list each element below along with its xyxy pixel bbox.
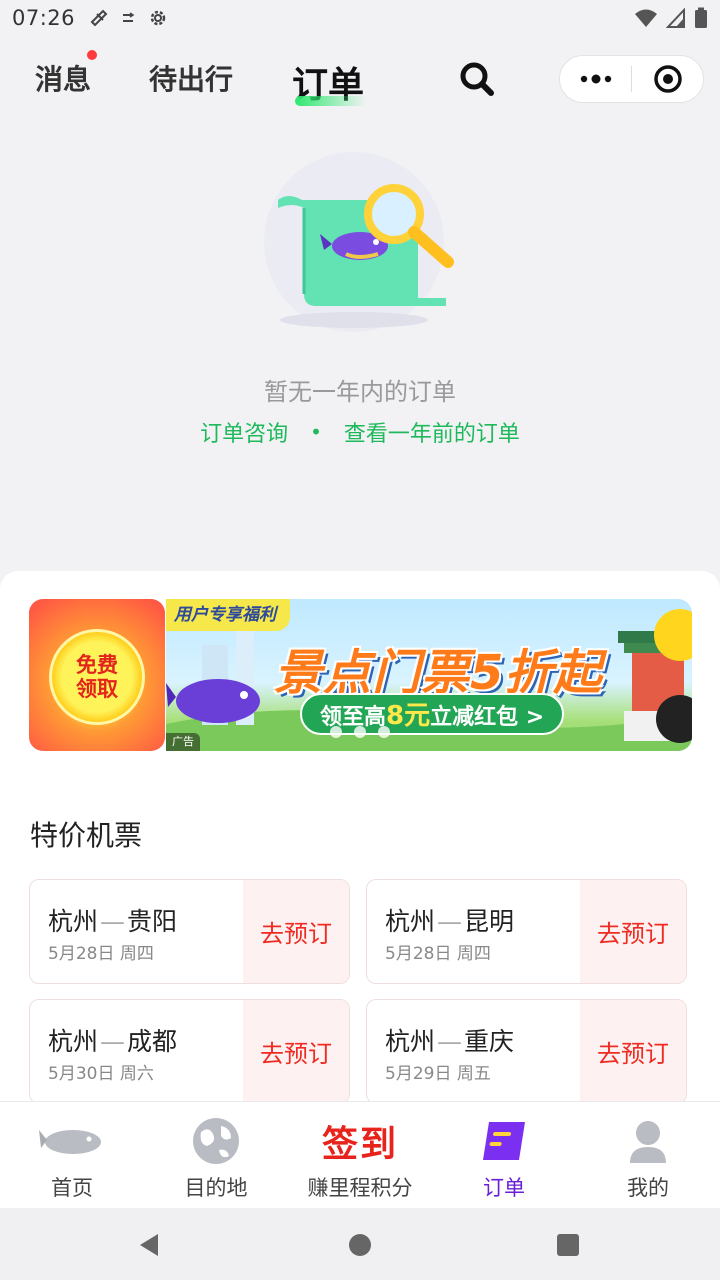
route-dash: —: [437, 907, 463, 936]
route-dash: —: [437, 1027, 463, 1056]
free-claim-coin: 免费 领取: [49, 629, 145, 725]
signin-icon-text: 签到: [321, 1123, 398, 1165]
ticket-discount-banner[interactable]: 用户专享福利 景点门票5折起 领至高8元立减红包 > 广告: [166, 599, 692, 751]
route-origin: 杭州: [385, 1027, 436, 1056]
flight-route: 杭州—昆明: [385, 902, 514, 938]
empty-orders-message: 暂无一年内的订单: [264, 378, 456, 406]
free-claim-card[interactable]: 免费 领取: [29, 599, 165, 751]
status-bar: 07:26: [0, 0, 720, 36]
nav-home[interactable]: 首页: [0, 1102, 144, 1208]
status-time: 07:26: [12, 6, 76, 30]
route-dash: —: [100, 1027, 126, 1056]
route-dash: —: [100, 907, 126, 936]
close-target-icon[interactable]: [632, 56, 703, 102]
book-button[interactable]: 去预订: [243, 1000, 349, 1103]
wifi-icon: [635, 9, 657, 27]
flight-deal-card[interactable]: 杭州—贵阳 5月28日 周四 去预订: [29, 879, 350, 984]
home-whale-icon: [37, 1116, 107, 1166]
flight-deal-card[interactable]: 杭州—重庆 5月29日 周五 去预订: [366, 999, 687, 1104]
flight-deal-card[interactable]: 杭州—昆明 5月28日 周四 去预订: [366, 879, 687, 984]
flight-deal-card[interactable]: 杭州—成都 5月30日 周六 去预订: [29, 999, 350, 1104]
nav-profile-label: 我的: [627, 1176, 669, 1200]
settings-gear-icon: [150, 10, 166, 26]
header: 消息 待出行 订单: [0, 36, 720, 112]
route-destination: 成都: [127, 1027, 178, 1056]
link-separator: •: [310, 420, 322, 444]
book-button[interactable]: 去预订: [243, 880, 349, 983]
battery-icon: [695, 7, 707, 28]
nav-earn-points-label: 赚里程积分: [307, 1176, 413, 1200]
pill-amount: 8元: [386, 701, 431, 731]
globe-icon: [181, 1116, 251, 1166]
nav-earn-points[interactable]: 签到 赚里程积分: [288, 1102, 432, 1208]
route-origin: 杭州: [48, 907, 99, 936]
tab-messages[interactable]: 消息: [35, 58, 91, 98]
flight-date: 5月28日 周四: [385, 944, 491, 964]
order-consult-link[interactable]: 订单咨询: [200, 416, 288, 448]
flight-deals-title: 特价机票: [30, 819, 143, 852]
tab-upcoming-trips[interactable]: 待出行: [149, 58, 233, 98]
carousel-dots: [330, 726, 390, 738]
unread-dot: [87, 50, 97, 60]
carousel-dot[interactable]: [354, 726, 366, 738]
flight-route: 杭州—贵阳: [48, 902, 177, 938]
data-sync-icon: [123, 12, 135, 22]
flight-date: 5月28日 周四: [48, 944, 154, 964]
book-button[interactable]: 去预订: [580, 1000, 686, 1103]
pill-suffix: 立减红包 >: [430, 705, 545, 730]
empty-state-links: 订单咨询 • 查看一年前的订单: [0, 416, 720, 448]
route-destination: 贵阳: [127, 907, 178, 936]
notification-icon: [90, 9, 108, 27]
flight-date: 5月30日 周六: [48, 1064, 154, 1084]
system-navigation-bar: [0, 1208, 720, 1280]
user-icon: [613, 1116, 683, 1166]
back-icon[interactable]: [134, 1230, 164, 1260]
mini-program-capsule: [559, 55, 704, 103]
flight-route: 杭州—成都: [48, 1022, 177, 1058]
nav-profile[interactable]: 我的: [576, 1102, 720, 1208]
flight-date: 5月29日 周五: [385, 1064, 491, 1084]
route-origin: 杭州: [385, 907, 436, 936]
recents-square-icon[interactable]: [553, 1230, 583, 1260]
carousel-dot[interactable]: [330, 726, 342, 738]
home-circle-icon[interactable]: [345, 1230, 375, 1260]
flight-route: 杭州—重庆: [385, 1022, 514, 1058]
more-icon[interactable]: [560, 56, 631, 102]
route-destination: 昆明: [464, 907, 515, 936]
signin-icon: 签到: [305, 1116, 415, 1166]
search-icon[interactable]: [456, 58, 498, 100]
carousel-dot[interactable]: [378, 726, 390, 738]
free-claim-line1: 免费: [76, 653, 118, 677]
recommendation-card: 免费 领取 用户专享福利 景点门票5折起 领至高8元立减红包 > 广告 特价机票…: [0, 571, 720, 1111]
orders-icon: [469, 1116, 539, 1166]
free-claim-line2: 领取: [76, 677, 118, 701]
empty-orders-illustration: [258, 150, 462, 340]
nav-orders-label: 订单: [483, 1176, 525, 1200]
nav-destinations[interactable]: 目的地: [144, 1102, 288, 1208]
book-button[interactable]: 去预订: [580, 880, 686, 983]
nav-destinations-label: 目的地: [184, 1176, 248, 1200]
ad-label: 广告: [166, 733, 200, 751]
nav-orders[interactable]: 订单: [432, 1102, 576, 1208]
older-orders-link[interactable]: 查看一年前的订单: [344, 416, 520, 448]
signal-icon: [666, 8, 685, 28]
route-destination: 重庆: [464, 1027, 515, 1056]
bottom-tab-bar: 首页 目的地 签到 赚里程积分 订单 我的: [0, 1101, 720, 1208]
nav-home-label: 首页: [51, 1176, 93, 1200]
active-tab-indicator: [295, 96, 367, 106]
route-origin: 杭州: [48, 1027, 99, 1056]
exclusive-benefit-tag: 用户专享福利: [166, 599, 290, 631]
